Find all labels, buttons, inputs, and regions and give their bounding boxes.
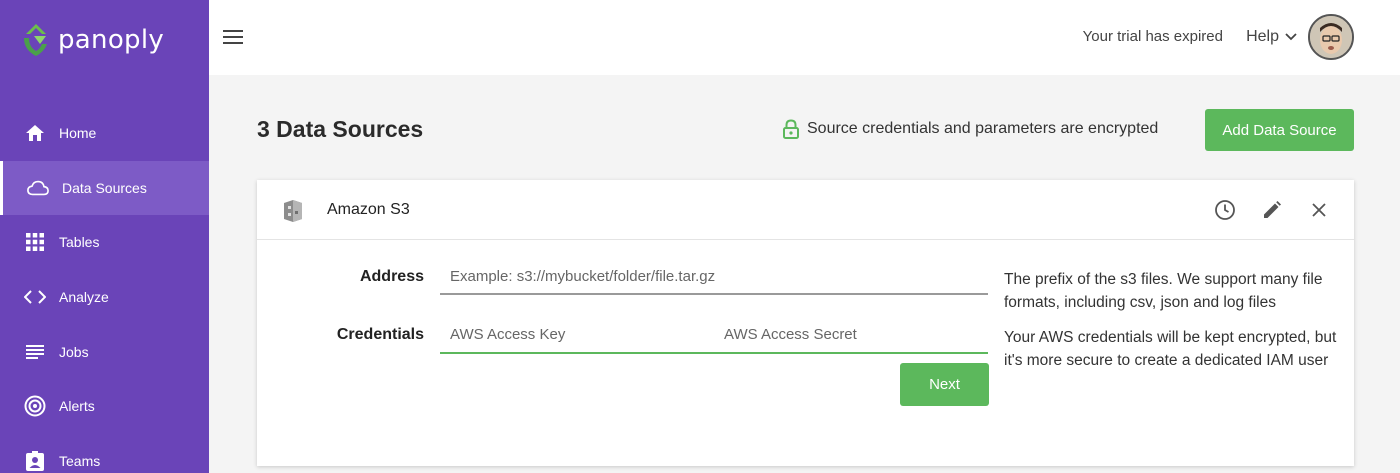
sidebar-item-alerts[interactable]: Alerts — [0, 379, 209, 433]
top-bar: Your trial has expired Help — [209, 0, 1400, 75]
sidebar-item-label: Jobs — [59, 344, 89, 360]
badge-icon — [24, 450, 46, 472]
home-icon — [24, 122, 46, 144]
next-button[interactable]: Next — [900, 363, 989, 406]
amazon-s3-icon — [284, 200, 302, 222]
code-icon — [24, 286, 46, 308]
card-title: Amazon S3 — [327, 201, 410, 218]
sidebar-item-label: Analyze — [59, 289, 109, 305]
address-input[interactable] — [440, 259, 988, 293]
aws-access-key-input[interactable] — [440, 317, 714, 351]
lock-icon — [783, 119, 799, 139]
cloud-icon — [27, 177, 49, 199]
help-label: Help — [1246, 28, 1279, 45]
sidebar-item-label: Tables — [59, 234, 100, 250]
address-label: Address — [359, 268, 424, 285]
sidebar-item-data-sources[interactable]: Data Sources — [0, 161, 209, 215]
address-underline — [440, 293, 988, 295]
credentials-label: Credentials — [336, 326, 424, 343]
sidebar-item-tables[interactable]: Tables — [0, 215, 209, 269]
app-name: panoply — [58, 25, 165, 55]
sidebar: panoply Home Data Sources Tables Analyze — [0, 0, 209, 473]
card-header: Amazon S3 — [257, 180, 1354, 240]
panoply-logo-icon — [24, 24, 47, 56]
close-icon[interactable] — [1307, 198, 1331, 222]
history-icon[interactable] — [1213, 198, 1237, 222]
chevron-down-icon — [1285, 33, 1297, 41]
sidebar-item-label: Home — [59, 125, 97, 141]
add-data-source-button[interactable]: Add Data Source — [1205, 109, 1354, 151]
credentials-help-text: Your AWS credentials will be kept encryp… — [1004, 329, 1337, 369]
aws-access-secret-input[interactable] — [714, 317, 988, 351]
trial-status[interactable]: Your trial has expired — [1083, 28, 1223, 45]
data-source-card: Amazon S3 Address The prefix of the s3 f… — [257, 180, 1354, 466]
avatar[interactable] — [1308, 14, 1354, 60]
encryption-note-text: Source credentials and parameters are en… — [807, 120, 1159, 137]
sidebar-item-label: Data Sources — [62, 180, 147, 196]
address-help-text: The prefix of the s3 files. We support m… — [1004, 271, 1323, 311]
logo[interactable]: panoply — [20, 20, 164, 60]
user-photo-icon — [1310, 16, 1352, 58]
list-icon — [24, 341, 46, 363]
menu-icon[interactable] — [223, 28, 243, 46]
credentials-underline — [440, 352, 988, 354]
grid-icon — [24, 231, 46, 253]
sidebar-item-teams[interactable]: Teams — [0, 434, 209, 473]
sidebar-item-label: Alerts — [59, 398, 95, 414]
page-title: 3 Data Sources — [257, 116, 424, 142]
help-menu[interactable]: Help — [1246, 28, 1297, 46]
encryption-note: Source credentials and parameters are en… — [782, 119, 1158, 139]
edit-pencil-icon[interactable] — [1260, 198, 1284, 222]
sidebar-item-home[interactable]: Home — [0, 106, 209, 160]
sidebar-item-analyze[interactable]: Analyze — [0, 270, 209, 324]
sidebar-item-label: Teams — [59, 453, 101, 469]
alert-radar-icon — [24, 395, 46, 417]
sidebar-item-jobs[interactable]: Jobs — [0, 325, 209, 379]
